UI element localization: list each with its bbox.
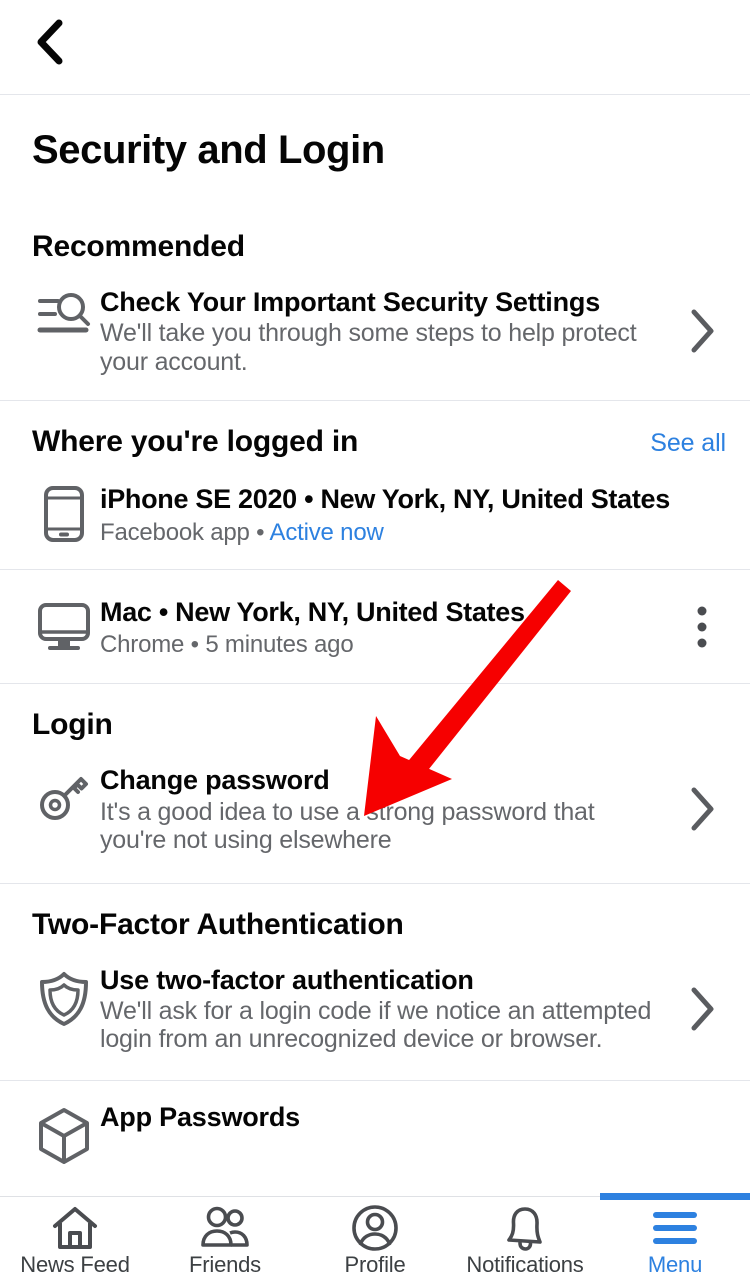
tab-label: News Feed: [20, 1252, 130, 1277]
device-subtitle: Facebook app • Active now: [100, 519, 664, 547]
chevron-right-icon[interactable]: [674, 307, 730, 355]
row-change-password[interactable]: Change password It's a good idea to use …: [0, 764, 750, 882]
device-text-block: iPhone SE 2020 • New York, NY, United St…: [100, 483, 674, 546]
section-recommended: Recommended Check Your Important Securit…: [0, 230, 750, 400]
top-navigation-bar: [0, 0, 750, 95]
device-text-block: Mac • New York, NY, United States Chrome…: [100, 596, 674, 659]
security-checkup-icon: [28, 286, 100, 338]
profile-circle-icon: [351, 1205, 399, 1251]
friends-icon: [199, 1205, 251, 1251]
device-row-iphone[interactable]: iPhone SE 2020 • New York, NY, United St…: [0, 483, 750, 568]
chevron-right-icon[interactable]: [674, 785, 730, 833]
mobile-phone-icon: [28, 483, 100, 543]
security-and-login-screen: Security and Login Recommended Check You…: [0, 0, 750, 1284]
section-heading-recommended: Recommended: [0, 230, 750, 264]
section-heading-label: Recommended: [32, 230, 245, 263]
row-text-block: Check Your Important Security Settings W…: [100, 286, 674, 376]
back-button[interactable]: [20, 14, 80, 74]
tab-label: Menu: [647, 1252, 703, 1277]
row-text-block: App Passwords: [100, 1101, 674, 1134]
tab-profile[interactable]: Profile: [300, 1197, 450, 1284]
section-heading-label: Where you're logged in: [32, 425, 359, 459]
row-title: Use two-factor authentication: [100, 964, 474, 995]
row-subtitle: It's a good idea to use a strong passwor…: [100, 797, 595, 855]
device-last-active: 5 minutes ago: [205, 631, 354, 659]
tab-friends[interactable]: Friends: [150, 1197, 300, 1284]
tab-label: Friends: [189, 1252, 261, 1277]
row-app-passwords[interactable]: App Passwords: [0, 1081, 750, 1165]
device-app-name: Facebook app: [100, 518, 250, 546]
section-heading-label: Login: [32, 708, 113, 742]
row-title: Change password: [100, 765, 330, 796]
tab-label: Notifications: [466, 1252, 584, 1277]
cube-icon: [28, 1101, 100, 1165]
tab-menu[interactable]: Menu: [600, 1193, 750, 1284]
device-status: Active now: [269, 518, 384, 546]
page-title: Security and Login: [32, 128, 385, 172]
hamburger-menu-icon: [652, 1205, 698, 1251]
device-separator: •: [249, 518, 270, 546]
row-text-block: Change password It's a good idea to use …: [100, 764, 674, 854]
device-title: Mac • New York, NY, United States: [100, 596, 525, 627]
chevron-left-icon: [33, 19, 67, 70]
key-icon: [28, 764, 100, 822]
device-browser-name: Chrome: [100, 631, 185, 659]
section-heading-two-factor: Two-Factor Authentication: [0, 908, 750, 942]
section-heading-login: Login: [0, 708, 750, 742]
row-text-block: Use two-factor authentication We'll ask …: [100, 964, 674, 1054]
tab-label: Profile: [344, 1252, 406, 1277]
bottom-tab-bar: News Feed Friends Profile Notifications …: [0, 1193, 750, 1284]
row-title: App Passwords: [100, 1101, 300, 1132]
section-heading-label: Two-Factor Authentication: [32, 907, 404, 941]
row-subtitle: We'll ask for a login code if we notice …: [100, 996, 652, 1054]
three-dots-icon[interactable]: [674, 605, 730, 649]
device-subtitle: Chrome • 5 minutes ago: [100, 631, 664, 659]
see-all-link[interactable]: See all: [650, 429, 726, 458]
row-use-two-factor-authentication[interactable]: Use two-factor authentication We'll ask …: [0, 964, 750, 1080]
device-title: iPhone SE 2020 • New York, NY, United St…: [100, 484, 670, 515]
section-two-factor-authentication: Two-Factor Authentication Use two-factor…: [0, 884, 750, 1165]
row-subtitle: We'll take you through some steps to hel…: [100, 319, 637, 376]
tab-active-indicator: [600, 1193, 750, 1200]
tab-news-feed[interactable]: News Feed: [0, 1197, 150, 1284]
device-row-mac[interactable]: Mac • New York, NY, United States Chrome…: [0, 570, 750, 683]
chevron-right-icon[interactable]: [674, 985, 730, 1033]
section-where-logged-in: Where you're logged in See all iPhone SE…: [0, 401, 750, 683]
shield-icon: [28, 964, 100, 1028]
desktop-monitor-icon: [28, 596, 100, 652]
section-login: Login Change password It's a good idea t…: [0, 684, 750, 882]
home-icon: [52, 1205, 98, 1251]
bell-icon: [502, 1205, 548, 1251]
tab-notifications[interactable]: Notifications: [450, 1197, 600, 1284]
row-title: Check Your Important Security Settings: [100, 287, 601, 317]
section-heading-where-logged-in: Where you're logged in See all: [0, 425, 750, 459]
row-check-security-settings[interactable]: Check Your Important Security Settings W…: [0, 286, 750, 400]
device-separator: •: [184, 631, 206, 659]
